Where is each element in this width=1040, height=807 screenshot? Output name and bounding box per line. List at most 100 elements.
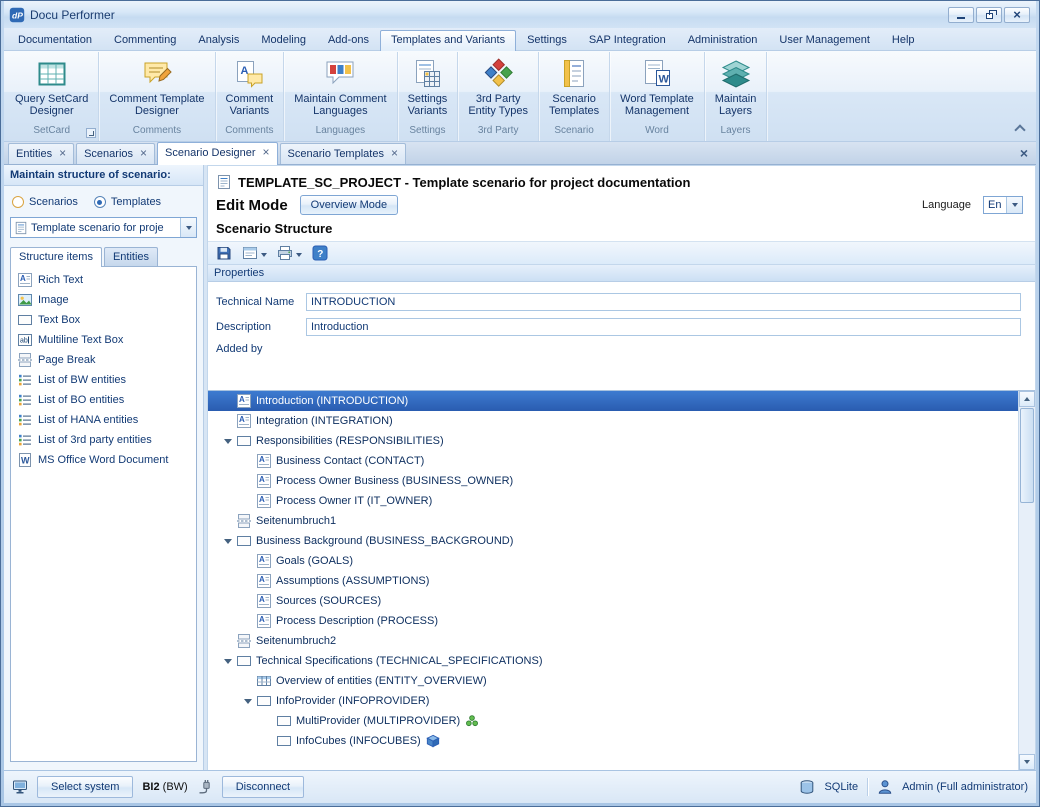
structure-tree-container: Introduction (INTRODUCTION) Integration …	[208, 390, 1035, 770]
system-type: (BW)	[163, 781, 188, 793]
tree-item[interactable]: Seitenumbruch2	[208, 631, 1018, 651]
tree-item[interactable]: Business Background (BUSINESS_BACKGROUND…	[208, 531, 1018, 551]
ribbon: Query SetCardDesigner SetCard Comment Te…	[4, 50, 1036, 142]
ribbon-tab[interactable]: SAP Integration	[578, 30, 677, 50]
tab-close-icon[interactable]	[59, 147, 66, 160]
ribbon-tab[interactable]: Templates and Variants	[380, 30, 516, 51]
ribbon-tab[interactable]: Modeling	[250, 30, 317, 50]
tree-item[interactable]: Assumptions (ASSUMPTIONS)	[208, 571, 1018, 591]
tree-expander-icon[interactable]	[220, 439, 236, 444]
tree-item[interactable]: Introduction (INTRODUCTION)	[208, 391, 1018, 411]
scenario-doc-icon	[216, 174, 232, 190]
structure-item[interactable]: List of HANA entities	[13, 410, 194, 430]
structure-item[interactable]: MS Office Word Document	[13, 450, 194, 470]
overview-mode-button[interactable]: Overview Mode	[300, 195, 398, 215]
ribbon-button[interactable]: SettingsVariants	[399, 52, 457, 125]
description-input[interactable]	[306, 318, 1021, 336]
ribbon-tab[interactable]: Help	[881, 30, 926, 50]
structure-item[interactable]: Page Break	[13, 350, 194, 370]
scrollbar-thumb[interactable]	[1020, 408, 1034, 503]
dropdown-arrow-button[interactable]	[180, 218, 196, 237]
tree-item[interactable]: Process Owner Business (BUSINESS_OWNER)	[208, 471, 1018, 491]
status-divider	[867, 778, 868, 796]
ribbon-tab[interactable]: Add-ons	[317, 30, 380, 50]
ribbon-tab[interactable]: Commenting	[103, 30, 187, 50]
ribbon-tab[interactable]: User Management	[768, 30, 881, 50]
ribbon-tab[interactable]: Analysis	[187, 30, 250, 50]
save-button[interactable]	[213, 243, 235, 263]
document-tab[interactable]: Scenario Templates	[280, 143, 406, 164]
tree-scrollbar[interactable]	[1018, 391, 1035, 770]
structure-item[interactable]: List of BW entities	[13, 370, 194, 390]
ribbon-button[interactable]: ScenarioTemplates	[540, 52, 608, 125]
tree-expander-icon[interactable]	[240, 699, 256, 704]
technical-name-input[interactable]	[306, 293, 1021, 311]
tree-expander-icon[interactable]	[220, 659, 236, 664]
tree-item[interactable]: Process Owner IT (IT_OWNER)	[208, 491, 1018, 511]
document-tab[interactable]: Scenarios	[76, 143, 155, 164]
panel-tab[interactable]: Entities	[104, 247, 158, 266]
language-select[interactable]: En	[983, 196, 1023, 214]
ribbon-tab[interactable]: Administration	[677, 30, 769, 50]
user-icon	[877, 779, 893, 795]
tree-item[interactable]: InfoCubes (INFOCUBES)	[208, 731, 1018, 751]
restore-button[interactable]	[976, 7, 1002, 23]
structure-item[interactable]: Multiline Text Box	[13, 330, 194, 350]
print-export-button[interactable]	[274, 243, 305, 263]
tree-item[interactable]: Responsibilities (RESPONSIBILITIES)	[208, 431, 1018, 451]
tree-item[interactable]: MultiProvider (MULTIPROVIDER)	[208, 711, 1018, 731]
help-button[interactable]	[309, 243, 331, 263]
template-selector[interactable]: Template scenario for proje	[10, 217, 197, 238]
structure-item[interactable]: List of BO entities	[13, 390, 194, 410]
ribbon-button[interactable]: Maintain CommentLanguages	[285, 52, 395, 125]
tree-item-label: Business Contact (CONTACT)	[276, 455, 424, 467]
ribbon-button[interactable]: CommentVariants	[217, 52, 283, 125]
structure-item[interactable]: List of 3rd party entities	[13, 430, 194, 450]
close-button[interactable]	[1004, 7, 1030, 23]
toolbar-button-icon	[277, 245, 293, 261]
tree-item[interactable]: Technical Specifications (TECHNICAL_SPEC…	[208, 651, 1018, 671]
tree-expander-icon[interactable]	[220, 539, 236, 544]
scroll-up-button[interactable]	[1019, 391, 1035, 407]
document-tab[interactable]: Scenario Designer	[157, 142, 278, 165]
language-dropdown-button[interactable]	[1006, 197, 1022, 213]
tree-item[interactable]: Seitenumbruch1	[208, 511, 1018, 531]
collapse-ribbon-button[interactable]	[1013, 122, 1027, 134]
ribbon-button[interactable]: MaintainLayers	[706, 52, 766, 125]
tree-item[interactable]: InfoProvider (INFOPROVIDER)	[208, 691, 1018, 711]
display-options-button[interactable]	[239, 243, 270, 263]
structure-item[interactable]: Rich Text	[13, 270, 194, 290]
ribbon-button[interactable]: 3rd PartyEntity Types	[459, 52, 537, 125]
ribbon-button[interactable]: Word TemplateManagement	[611, 52, 703, 125]
ribbon-tab[interactable]: Documentation	[7, 30, 103, 50]
tree-item-icon	[256, 453, 272, 469]
tree-item[interactable]: Integration (INTEGRATION)	[208, 411, 1018, 431]
radio-option[interactable]: Scenarios	[12, 196, 78, 208]
tabstrip-close-icon[interactable]	[1020, 145, 1028, 163]
tree-item[interactable]: Goals (GOALS)	[208, 551, 1018, 571]
tab-close-icon[interactable]	[391, 147, 398, 160]
dropdown-caret-icon[interactable]	[296, 244, 302, 262]
document-tab[interactable]: Entities	[8, 143, 74, 164]
structure-item-icon	[17, 412, 33, 428]
tab-close-icon[interactable]	[140, 147, 147, 160]
structure-item-label: List of BW entities	[38, 374, 126, 386]
tree-item[interactable]: Overview of entities (ENTITY_OVERVIEW)	[208, 671, 1018, 691]
panel-tab[interactable]: Structure items	[10, 247, 102, 267]
dialog-launcher-icon[interactable]	[86, 128, 96, 138]
ribbon-button[interactable]: Query SetCardDesigner	[6, 52, 97, 125]
structure-item[interactable]: Image	[13, 290, 194, 310]
minimize-button[interactable]	[948, 7, 974, 23]
tree-item[interactable]: Business Contact (CONTACT)	[208, 451, 1018, 471]
tab-close-icon[interactable]	[263, 146, 270, 159]
ribbon-tab[interactable]: Settings	[516, 30, 578, 50]
ribbon-button[interactable]: Comment TemplateDesigner	[100, 52, 213, 125]
dropdown-caret-icon[interactable]	[261, 244, 267, 262]
tree-item[interactable]: Process Description (PROCESS)	[208, 611, 1018, 631]
select-system-button[interactable]: Select system	[37, 776, 133, 798]
scroll-down-button[interactable]	[1019, 754, 1035, 770]
structure-item[interactable]: Text Box	[13, 310, 194, 330]
radio-option[interactable]: Templates	[94, 196, 161, 208]
tree-item[interactable]: Sources (SOURCES)	[208, 591, 1018, 611]
disconnect-button[interactable]: Disconnect	[222, 776, 304, 798]
